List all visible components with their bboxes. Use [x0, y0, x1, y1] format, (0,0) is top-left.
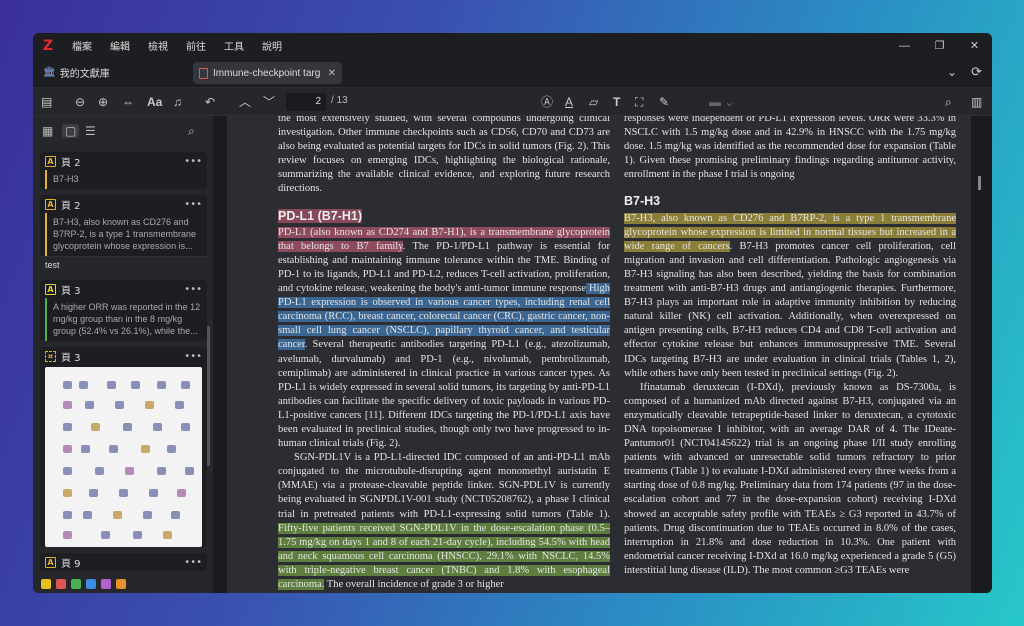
more-options-icon[interactable]: ••• [184, 351, 202, 362]
sidebar-scrollbar[interactable] [207, 326, 210, 466]
tab-bar: 🏛 我的文獻庫 Immune-checkpoint targ ✕ ⌄ ⟳ [33, 58, 992, 88]
paragraph: the most extensively studied, with sever… [278, 116, 610, 195]
tab-library[interactable]: 🏛 我的文獻庫 [43, 65, 110, 80]
search-annotations-icon[interactable]: ⌕ [188, 124, 195, 139]
annotation-page: 頁 3 [61, 285, 81, 297]
right-column: responses were independent of PD-L1 expr… [624, 116, 956, 578]
next-page-icon[interactable]: ﹀ [263, 94, 275, 110]
tab-list-chevron-icon[interactable]: ⌄ [947, 65, 957, 79]
tab-library-label: 我的文獻庫 [59, 69, 110, 80]
highlight-icon: A [45, 283, 56, 295]
paragraph: responses were independent of PD-L1 expr… [624, 116, 956, 181]
app-logo: Z [42, 37, 54, 54]
paragraph: PD-L1 (also known as CD274 and B7-H1), i… [278, 226, 611, 450]
pdf-reader[interactable]: the most extensively studied, with sever… [213, 116, 992, 593]
tab-document[interactable]: Immune-checkpoint targ ✕ [193, 62, 342, 84]
toggle-sidebar-icon[interactable]: ▤ [41, 94, 52, 110]
more-options-icon[interactable]: ••• [184, 199, 202, 210]
paragraph: B7-H3, also known as CD276 and B7RP-2, i… [624, 212, 957, 379]
color-picker-icon[interactable]: ▬ ⌄ [709, 94, 734, 110]
sync-icon[interactable]: ⟳ [971, 64, 982, 80]
close-window-button[interactable]: ✕ [957, 39, 992, 52]
note-tool-icon[interactable]: ▱ [589, 94, 598, 110]
left-column: the most extensively studied, with sever… [278, 116, 611, 592]
image-area-icon: ⌗ [45, 350, 56, 362]
annotation-page: 頁 3 [61, 352, 81, 364]
image-annotation-card[interactable]: ⌗ 頁 3 ••• [40, 347, 207, 547]
reader-toolbar: ▤ ⊖ ⊕ ⇔ Aa ♫ ↶ ︿ ﹀ 2 / 13 Ⓐ A ▱ T ⛶ ✎ ▬ … [33, 88, 992, 116]
outline-icon[interactable]: ☰ [85, 124, 96, 138]
pdf-page[interactable]: the most extensively studied, with sever… [227, 116, 971, 593]
thumbnails-icon[interactable]: ▦ [42, 124, 53, 138]
page-number-input[interactable]: 2 [286, 93, 326, 111]
text-appearance-icon[interactable]: Aa [147, 94, 162, 110]
annotation-page: 頁 2 [61, 200, 81, 212]
more-options-icon[interactable]: ••• [184, 156, 202, 167]
annotation-comment[interactable]: test [40, 256, 207, 274]
highlight-icon: A [45, 155, 56, 167]
highlight-tool-icon[interactable]: Ⓐ [541, 94, 553, 110]
menu-tools[interactable]: 工具 [215, 38, 253, 53]
maximize-button[interactable]: ❐ [922, 39, 957, 52]
color-green[interactable] [71, 579, 81, 589]
more-options-icon[interactable]: ••• [184, 284, 202, 295]
page-total: / 13 [331, 95, 348, 106]
menu-file[interactable]: 檔案 [63, 38, 101, 53]
zoom-in-icon[interactable]: ⊕ [98, 94, 108, 110]
menu-edit[interactable]: 編輯 [101, 38, 139, 53]
menu-go[interactable]: 前往 [177, 38, 215, 53]
sidebar-tools: ▦ ▢ ☰ ⌕ [33, 116, 213, 148]
annotations-sidebar: ▦ ▢ ☰ ⌕ A 頁 2 ••• B7-H3 A 頁 2 ••• B7-H3,… [33, 116, 213, 593]
color-blue[interactable] [86, 579, 96, 589]
section-heading: B7-H3 [624, 194, 661, 209]
annotation-text: B7-H3 [45, 170, 202, 189]
previous-page-icon[interactable]: ︿ [239, 94, 251, 110]
zoom-out-icon[interactable]: ⊖ [75, 94, 85, 110]
menu-bar: 檔案 編輯 檢視 前往 工具 說明 [63, 38, 291, 53]
underline-tool-icon[interactable]: A [565, 94, 573, 110]
annotation-card[interactable]: A 頁 9 ••• [40, 553, 207, 571]
color-filter [41, 579, 126, 589]
figure-thumbnail [45, 367, 202, 547]
color-yellow[interactable] [41, 579, 51, 589]
undo-icon[interactable]: ↶ [205, 94, 215, 110]
section-heading: PD-L1 (B7-H1) [278, 208, 363, 223]
annotation-page: 頁 2 [61, 157, 81, 169]
library-icon: 🏛 [43, 67, 56, 78]
more-options-icon[interactable]: ••• [184, 557, 202, 568]
tab-document-label: Immune-checkpoint targ [213, 67, 321, 79]
context-pane-icon[interactable]: ▥ [971, 94, 982, 110]
annotation-card[interactable]: A 頁 2 ••• B7-H3 [40, 152, 207, 189]
title-bar: Z 檔案 編輯 檢視 前往 工具 說明 — ❐ ✕ [33, 33, 992, 58]
highlight-icon: A [45, 556, 56, 568]
minimize-button[interactable]: — [887, 40, 922, 52]
color-purple[interactable] [101, 579, 111, 589]
menu-view[interactable]: 檢視 [139, 38, 177, 53]
annotations-view-icon[interactable]: ▢ [62, 124, 80, 138]
paragraph: Ifinatamab deruxtecan (I-DXd), previousl… [624, 381, 956, 576]
ink-tool-icon[interactable]: ✎ [659, 94, 669, 110]
color-red[interactable] [56, 579, 66, 589]
tab-close-icon[interactable]: ✕ [328, 68, 336, 79]
annotation-page: 頁 9 [61, 558, 81, 570]
pdf-icon [199, 67, 208, 79]
area-tool-icon[interactable]: ⛶ [635, 94, 643, 110]
text-tool-icon[interactable]: T [613, 94, 620, 110]
app-window: Z 檔案 編輯 檢視 前往 工具 說明 — ❐ ✕ 🏛 我的文獻庫 Immune… [33, 33, 992, 593]
color-orange[interactable] [116, 579, 126, 589]
annotation-list: A 頁 2 ••• B7-H3 A 頁 2 ••• B7-H3, also kn… [33, 152, 213, 584]
fit-width-icon[interactable]: ⇔ [122, 94, 134, 110]
menu-help[interactable]: 說明 [253, 38, 291, 53]
annotation-card[interactable]: A 頁 3 ••• A higher ORR was reported in t… [40, 280, 207, 341]
annotation-text: B7-H3, also known as CD276 and B7RP-2, i… [45, 213, 202, 256]
paragraph: SGN-PDL1V is a PD-L1-directed IDC compos… [278, 452, 610, 590]
annotation-text: A higher ORR was reported in the 12 mg/k… [45, 298, 202, 341]
reader-scrollbar[interactable] [978, 176, 981, 190]
find-icon[interactable]: ⌕ [945, 94, 952, 110]
annotation-card[interactable]: A 頁 2 ••• B7-H3, also known as CD276 and… [40, 195, 207, 274]
highlight-icon: A [45, 198, 56, 210]
read-aloud-icon[interactable]: ♫ [173, 94, 182, 110]
